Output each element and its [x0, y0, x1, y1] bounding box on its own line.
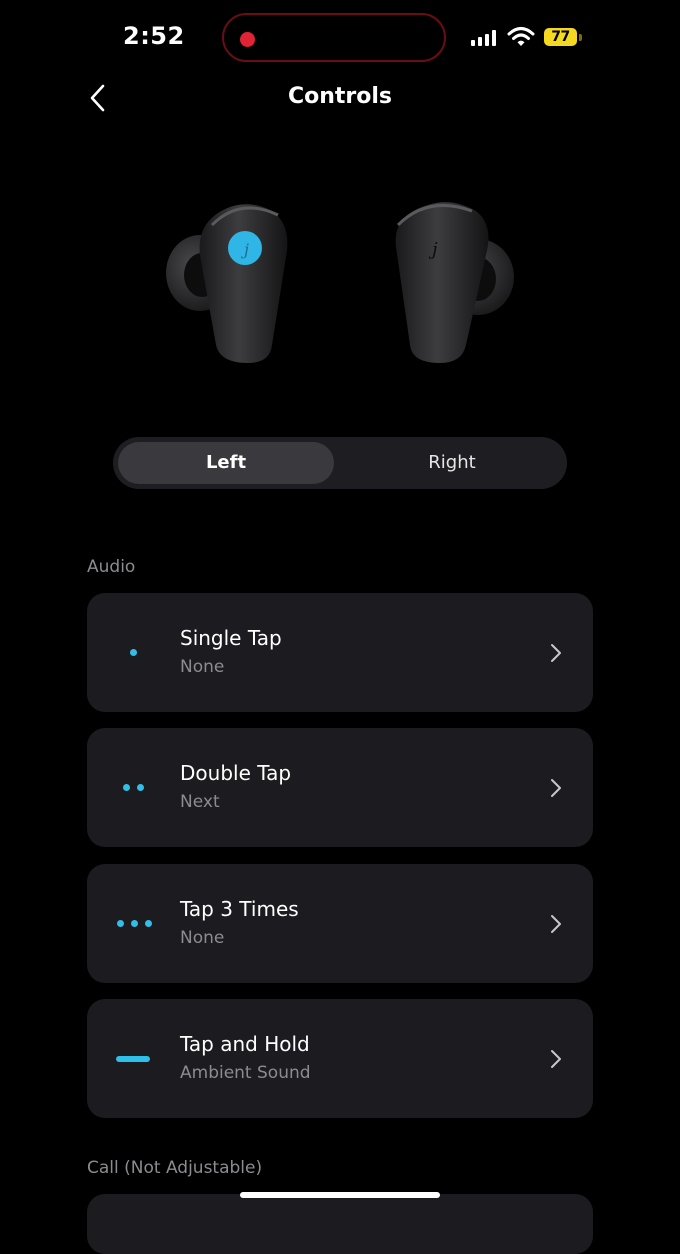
chevron-right-icon	[551, 915, 561, 933]
status-time: 2:52	[123, 22, 185, 50]
segment-left[interactable]: Left	[118, 442, 334, 484]
chevron-right-icon	[551, 779, 561, 797]
control-row-tap-3-times[interactable]: Tap 3 Times None	[87, 864, 593, 983]
call-control-card	[87, 1194, 593, 1254]
home-indicator[interactable]	[240, 1192, 440, 1198]
control-value: Ambient Sound	[180, 1063, 311, 1083]
page-title: Controls	[287, 84, 393, 109]
left-earbud: j	[166, 204, 288, 363]
recording-indicator-icon	[240, 32, 255, 47]
earbud-side-selector: Left Right	[113, 437, 567, 489]
control-label: Tap 3 Times	[180, 897, 299, 921]
section-label-audio: Audio	[87, 557, 136, 577]
battery-tip	[579, 34, 582, 41]
section-label-call: Call (Not Adjustable)	[87, 1158, 263, 1178]
segment-right[interactable]: Right	[341, 442, 563, 484]
wifi-icon	[507, 27, 535, 46]
dynamic-island[interactable]	[222, 13, 446, 62]
battery-icon: 77	[544, 28, 577, 46]
cellular-signal-icon	[471, 30, 497, 46]
chevron-right-icon	[551, 1050, 561, 1068]
control-value: Next	[180, 792, 220, 812]
right-earbud: j	[395, 202, 514, 363]
control-label: Single Tap	[180, 626, 282, 650]
control-value: None	[180, 928, 225, 948]
control-row-tap-and-hold[interactable]: Tap and Hold Ambient Sound	[87, 999, 593, 1118]
chevron-right-icon	[551, 644, 561, 662]
control-label: Double Tap	[180, 761, 292, 785]
control-row-single-tap[interactable]: Single Tap None	[87, 593, 593, 712]
control-row-double-tap[interactable]: Double Tap Next	[87, 728, 593, 847]
control-value: None	[180, 657, 225, 677]
battery-level: 77	[551, 29, 570, 45]
earbuds-illustration: j j	[166, 202, 514, 363]
control-label: Tap and Hold	[180, 1032, 310, 1056]
